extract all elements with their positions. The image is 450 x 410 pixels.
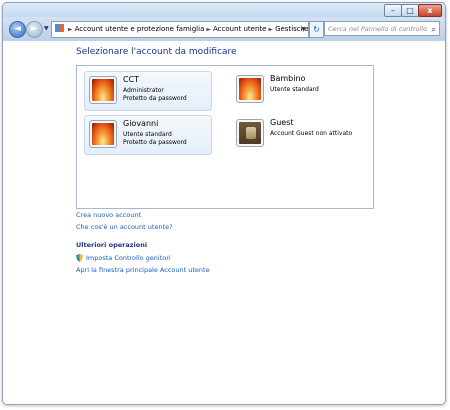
account-tile-giovanni[interactable]: Giovanni Utente standard Protetto da pas… [84,115,212,155]
forward-button[interactable]: ► [26,21,43,38]
minimize-button[interactable]: – [384,4,402,17]
address-dropdown-icon[interactable]: ▼ [301,22,306,37]
flower-icon [92,79,114,101]
account-status: Protetto da password [123,139,187,146]
search-icon[interactable]: ⌕ [432,22,436,37]
user-accounts-main-link[interactable]: Apri la finestra principale Account uten… [76,266,210,274]
control-panel-icon [55,24,64,32]
account-tile-bambino[interactable]: Bambino Utente standard [232,71,358,109]
accounts-panel: CCT Administrator Protetto da password B… [76,65,374,209]
maximize-button[interactable]: □ [401,4,419,17]
user-picture-icon [236,75,264,103]
account-tile-cct[interactable]: CCT Administrator Protetto da password [84,71,212,111]
account-status: Protetto da password [123,95,187,102]
control-panel-window: – □ x ◄ ► ▼ ► Account utente e protezione… [2,2,446,405]
breadcrumb-item[interactable]: Account utente e protezione famiglia [75,25,205,33]
close-button[interactable]: x [418,4,442,17]
search-placeholder: Cerca nel Pannello di controllo [328,25,428,33]
what-is-account-link[interactable]: Che cos'è un account utente? [76,223,173,231]
account-type: Administrator [123,87,164,94]
search-input[interactable]: Cerca nel Pannello di controllo ⌕ [324,21,440,36]
parental-controls-link[interactable]: Imposta Controllo genitori [86,254,171,262]
account-type: Utente standard [270,86,319,93]
create-account-link[interactable]: Crea nuovo account [76,211,141,219]
account-name: Guest [270,118,294,127]
chevron-right-icon[interactable]: ► [68,26,73,33]
flower-icon [92,123,114,145]
title-bar: – □ x [3,3,445,17]
user-picture-icon [89,76,117,104]
account-name: Giovanni [123,119,159,128]
chevron-right-icon[interactable]: ► [268,26,273,33]
account-name: CCT [123,75,140,84]
additional-tasks-title: Ulteriori operazioni [76,241,148,249]
recent-pages-dropdown-icon[interactable]: ▼ [44,25,49,32]
page-title: Selezionare l'account da modificare [76,47,237,57]
back-button[interactable]: ◄ [9,21,26,38]
chevron-right-icon[interactable]: ► [206,26,211,33]
account-tile-guest[interactable]: Guest Account Guest non attivato [232,115,358,153]
main-content: Selezionare l'account da modificare CCT … [3,41,445,404]
refresh-button[interactable]: ↻ [309,21,324,38]
account-status: Account Guest non attivato [270,130,353,137]
address-bar[interactable]: ► Account utente e protezione famiglia ► Ac… [51,21,309,38]
user-picture-icon [236,119,264,147]
shield-icon [76,254,83,262]
flower-icon [239,78,261,100]
user-picture-icon [89,120,117,148]
account-name: Bambino [270,74,306,83]
navigation-bar: ◄ ► ▼ ► Account utente e protezione famig… [3,17,445,41]
account-type: Utente standard [123,131,172,138]
breadcrumb-item[interactable]: Account utente [213,25,266,33]
guest-suitcase-icon [239,122,261,144]
